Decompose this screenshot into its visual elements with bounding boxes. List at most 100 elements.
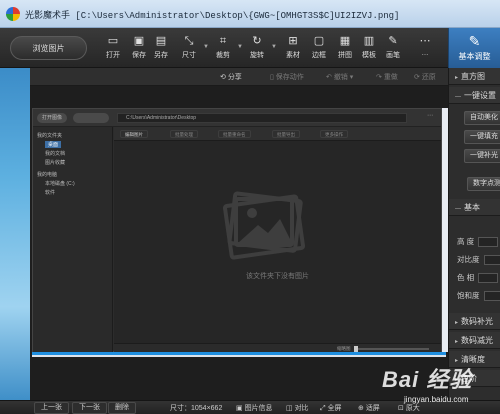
section-fill-light[interactable]: ▸ 数码补光 <box>449 313 500 330</box>
image-info-button[interactable]: ▣ 图片信息 <box>236 403 273 413</box>
tab-basic-adjust-label: 基本调整 <box>458 52 491 61</box>
prev-image-button[interactable]: 上一张 <box>34 402 69 414</box>
redo-icon: ↷ <box>376 74 384 81</box>
fullscreen-button[interactable]: ⤢ 全屏 <box>320 403 342 413</box>
resize-button[interactable]: ⤡ 尺寸 ▼ <box>176 34 209 64</box>
chevron-right-icon: ▸ <box>455 75 459 81</box>
title-bar: 光影魔术手 [C:\Users\Administrator\Desktop\{G… <box>0 0 500 28</box>
contrast-row[interactable]: 对比度 <box>457 254 500 266</box>
saturation-field[interactable] <box>483 291 500 302</box>
section-reduce-light-label: 数码减光 <box>461 336 494 345</box>
desktop-wallpaper <box>0 28 30 400</box>
save-action-button[interactable]: ▯ 保存动作 <box>270 72 304 82</box>
one-click-fill-button[interactable]: 一键填充 <box>464 130 500 144</box>
restore-label: 还原 <box>421 74 436 81</box>
section-fill-light-label: 数码补光 <box>461 317 494 326</box>
compare-button[interactable]: ◫ 对比 <box>286 403 309 413</box>
border-button[interactable]: ▢ 边框 <box>306 34 332 64</box>
fit-icon: ⊕ <box>358 405 366 412</box>
resize-label: 尺寸 <box>182 52 196 59</box>
embedded-tb-1: 批量处理 <box>170 130 198 138</box>
watermark-site: jingyan.baidu.com <box>404 395 469 404</box>
save-as-label: 另存 <box>154 52 168 59</box>
fit-screen-button[interactable]: ⊕ 适屏 <box>358 403 380 413</box>
app-logo-icon <box>6 7 20 21</box>
hue-field[interactable] <box>478 273 499 284</box>
undo-button[interactable]: ↶ 撤销 ▾ <box>326 72 353 82</box>
crop-icon: ⌗ <box>219 35 227 47</box>
collage-label: 拼图 <box>338 52 352 59</box>
saturation-label: 饱和度 <box>457 291 480 300</box>
chevron-down-icon[interactable]: ▼ <box>203 44 209 50</box>
collage-button[interactable]: ▦ 拼图 <box>332 34 358 64</box>
collapse-icon: — <box>455 94 461 100</box>
border-icon: ▢ <box>313 35 325 47</box>
chevron-down-icon[interactable]: ▼ <box>271 44 277 50</box>
embedded-more-icon: ⋯ <box>427 113 433 119</box>
restore-button[interactable]: ⟳ 还原 <box>414 72 436 82</box>
tree-node-pics: 图片收藏 <box>45 160 66 166</box>
open-label: 打开 <box>106 52 120 59</box>
more-button[interactable]: ⋯ … <box>412 34 438 64</box>
embedded-screenshot: 打开图像 C:\Users\Administrator\Desktop ⋯ 我的… <box>32 108 442 353</box>
save-as-button[interactable]: ▤ 另存 <box>148 34 174 64</box>
redo-button[interactable]: ↷ 重做 <box>376 72 398 82</box>
contrast-label: 对比度 <box>457 255 480 264</box>
watermark-brand: Bai 经验 <box>382 367 473 392</box>
brush-button[interactable]: ✎ 画笔 <box>380 34 406 64</box>
restore-icon: ⟳ <box>414 74 422 81</box>
hue-row[interactable]: 色 相 <box>457 272 499 284</box>
digital-spot-metering-button[interactable]: 数字点测光 <box>467 177 500 191</box>
browse-images-button[interactable]: 浏览图片 <box>10 36 87 60</box>
template-label: 模板 <box>362 52 376 59</box>
main-toolbar: 浏览图片 ▭ 打开 ▣ 保存 ▤ 另存 ⤡ 尺寸 ▼ ⌗ 裁剪 ▼ ↻ 旋转 ▼ <box>0 28 448 68</box>
brightness-field[interactable] <box>478 237 499 248</box>
section-histogram[interactable]: ▸ 直方图 <box>449 68 500 85</box>
delete-button[interactable]: 删除 <box>108 402 136 414</box>
undo-label: 撤销 <box>333 74 348 81</box>
collage-icon: ▦ <box>339 35 351 47</box>
fullscreen-icon: ⤢ <box>320 405 328 412</box>
template-button[interactable]: ▥ 模板 <box>356 34 382 64</box>
share-button[interactable]: ⟲ 分享 <box>220 72 242 82</box>
crop-button[interactable]: ⌗ 裁剪 ▼ <box>210 34 243 64</box>
open-icon: ▭ <box>107 35 119 47</box>
next-image-button[interactable]: 下一张 <box>72 402 107 414</box>
embedded-zoom-slider <box>354 348 429 350</box>
material-button[interactable]: ⊞ 素材 <box>280 34 306 64</box>
saturation-row[interactable]: 饱和度 <box>457 290 500 302</box>
section-basic-label: 基本 <box>464 203 480 212</box>
tree-node-fav: 我的文件夹 <box>37 133 63 139</box>
info-icon: ▣ <box>236 405 245 412</box>
rotate-button[interactable]: ↻ 旋转 ▼ <box>244 34 277 64</box>
compare-label: 对比 <box>294 405 309 412</box>
collapse-icon: — <box>455 206 461 212</box>
section-one-click[interactable]: — 一键设置 <box>449 87 500 104</box>
tab-basic-adjust[interactable]: ✎ 基本调整 <box>448 28 500 68</box>
image-info-label: 图片信息 <box>244 405 273 412</box>
material-label: 素材 <box>286 52 300 59</box>
chevron-down-icon[interactable]: ▼ <box>237 44 243 50</box>
embedded-tb-0: 编辑图片 <box>120 130 148 138</box>
material-icon: ⊞ <box>288 35 298 47</box>
app-window: 光影魔术手 [C:\Users\Administrator\Desktop\{G… <box>0 0 500 414</box>
section-reduce-light[interactable]: ▸ 数码减光 <box>449 332 500 349</box>
section-basic[interactable]: — 基本 <box>449 199 500 216</box>
open-button[interactable]: ▭ 打开 <box>100 34 126 64</box>
image-size-readout: 尺寸：1054×662 <box>170 405 223 412</box>
embedded-tb-3: 批量导出 <box>272 130 300 138</box>
fullscreen-label: 全屏 <box>327 405 342 412</box>
embedded-folder-tree: 我的文件夹 桌面 我的文档 图片收藏 我的电脑 本地磁盘 (C:) 软件 <box>33 127 113 353</box>
baidu-jingyan-watermark: Bai 经验 jingyan.baidu.com <box>382 362 500 414</box>
one-click-fill-light-button[interactable]: 一键补光 <box>464 149 500 163</box>
brightness-row[interactable]: 高 度 <box>457 236 499 248</box>
more-label: … <box>421 50 429 57</box>
embedded-top-bar: 打开图像 C:\Users\Administrator\Desktop ⋯ <box>33 109 441 127</box>
tree-node-software: 软件 <box>45 190 56 196</box>
image-canvas[interactable]: 打开图像 C:\Users\Administrator\Desktop ⋯ 我的… <box>30 86 448 400</box>
adjust-panel: ▸直方图 —一键设置 自动美化 一键填充 一键补光 数字点测光 —基本 高 度 … <box>448 68 500 400</box>
action-bar: ⟲ 分享 ▯ 保存动作 ↶ 撤销 ▾ ↷ 重做 ⟳ 还原 <box>30 68 448 86</box>
embedded-open-button: 打开图像 <box>37 113 68 123</box>
auto-beautify-button[interactable]: 自动美化 <box>464 111 500 125</box>
contrast-field[interactable] <box>483 255 500 266</box>
